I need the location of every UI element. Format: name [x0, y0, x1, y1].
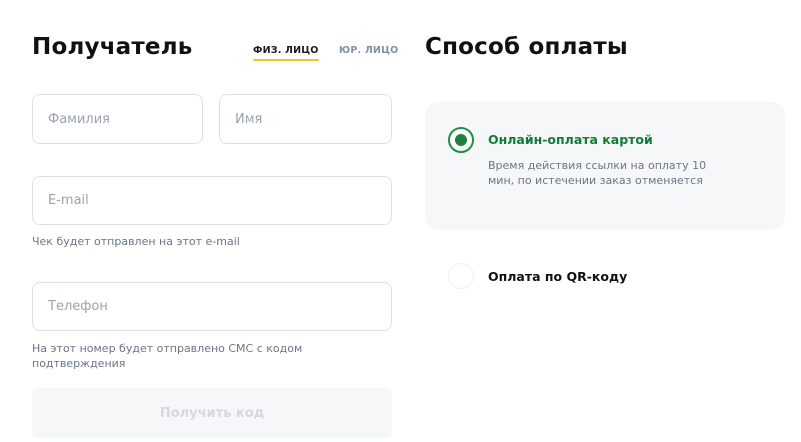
card-option-label: Онлайн-оплата картой — [488, 132, 653, 147]
tab-legal-entity[interactable]: ЮР. ЛИЦО — [339, 44, 398, 58]
get-code-button[interactable]: Получить код — [32, 388, 392, 438]
phone-input[interactable] — [32, 282, 392, 331]
payment-option-qr[interactable]: Оплата по QR-коду — [425, 250, 785, 304]
qr-option-label: Оплата по QR-коду — [488, 269, 628, 284]
recipient-title: Получатель — [32, 34, 193, 60]
tab-individual[interactable]: ФИЗ. ЛИЦО — [253, 44, 319, 61]
card-radio-selected[interactable] — [448, 127, 474, 153]
name-input[interactable] — [219, 94, 392, 144]
phone-hint: На этот номер будет отправлено СМС с код… — [32, 342, 303, 370]
qr-radio-unselected[interactable] — [448, 263, 474, 289]
card-option-description: Время действия ссылки на оплату 10 мин, … — [488, 159, 707, 187]
surname-input[interactable] — [32, 94, 203, 144]
payment-method-title: Способ оплаты — [425, 34, 628, 60]
payment-option-card[interactable]: Онлайн-оплата картой Время действия ссыл… — [425, 102, 785, 230]
radio-selected-dot — [455, 134, 467, 146]
email-input[interactable] — [32, 176, 392, 225]
email-hint: Чек будет отправлен на этот e-mail — [32, 235, 240, 248]
